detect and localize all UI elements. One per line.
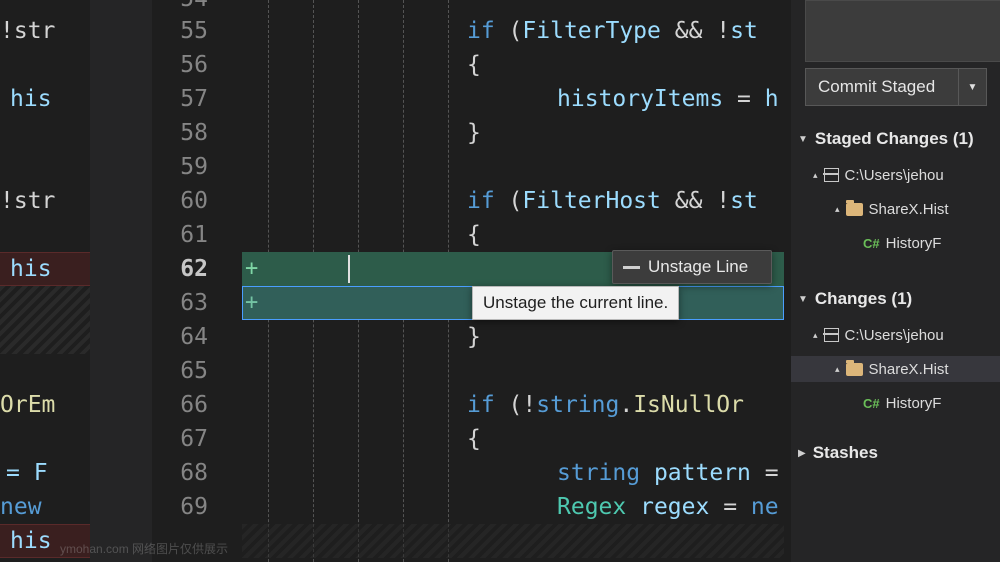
code-text: } bbox=[467, 116, 481, 150]
diff-hatch bbox=[242, 524, 784, 558]
line-number: 63 bbox=[90, 286, 208, 320]
code-line[interactable]: 66 if (!string.IsNullOr bbox=[90, 388, 784, 422]
text-caret bbox=[348, 255, 350, 283]
tree-item-label: ShareX.Hist bbox=[869, 361, 949, 378]
line-number: 58 bbox=[90, 116, 208, 150]
code-line[interactable]: 60 if (FilterHost && !st bbox=[90, 184, 784, 218]
code-text: if (!string.IsNullOr bbox=[467, 388, 744, 422]
code-line[interactable]: 69 Regex regex = ne bbox=[90, 490, 784, 524]
chevron-down-icon[interactable]: ▴ bbox=[813, 170, 818, 181]
line-number: 62 bbox=[90, 252, 208, 286]
tree-item[interactable]: C# HistoryF bbox=[791, 390, 1000, 416]
tree-item-label: ShareX.Hist bbox=[869, 201, 949, 218]
code-fragment: OrEm bbox=[0, 388, 90, 422]
commit-staged-label: Commit Staged bbox=[806, 77, 958, 97]
tree-item-label: C:\Users\jehou bbox=[845, 167, 944, 184]
changes-section-header[interactable]: ▶ Stashes bbox=[791, 440, 1000, 466]
code-line[interactable]: 55 if (FilterType && !st bbox=[90, 14, 784, 48]
line-number: 69 bbox=[90, 490, 208, 524]
tree-item[interactable]: ▴ ShareX.Hist bbox=[791, 196, 1000, 222]
code-fragment: his bbox=[0, 252, 90, 286]
code-line[interactable]: 58} bbox=[90, 116, 784, 150]
minus-icon bbox=[623, 266, 640, 269]
code-text: { bbox=[467, 218, 481, 252]
left-code-strip: !strhis!strhisOrEm= Fnewhis bbox=[0, 0, 90, 562]
csharp-icon: C# bbox=[863, 396, 880, 411]
code-fragment: new bbox=[0, 490, 90, 524]
line-number: 64 bbox=[90, 320, 208, 354]
tree-item[interactable]: ▴ ShareX.Hist bbox=[791, 356, 1000, 382]
code-line[interactable]: 68 string pattern = bbox=[90, 456, 784, 490]
folder-icon bbox=[846, 203, 863, 216]
chevron-down-icon[interactable]: ▼ bbox=[958, 69, 986, 105]
section-title: Changes (1) bbox=[815, 289, 912, 309]
line-number: 59 bbox=[90, 150, 208, 184]
commit-staged-button[interactable]: Commit Staged ▼ bbox=[805, 68, 987, 106]
line-number: 55 bbox=[90, 14, 208, 48]
code-line[interactable]: 56 { bbox=[90, 48, 784, 82]
chevron-down-icon[interactable]: ▼ bbox=[798, 294, 808, 305]
code-text: historyItems = h. bbox=[557, 82, 784, 116]
screenshot-root: !strhis!strhisOrEm= Fnewhis 55if (Filter… bbox=[0, 0, 1000, 562]
line-number: 60 bbox=[90, 184, 208, 218]
diff-hatch bbox=[0, 286, 90, 320]
line-number: 66 bbox=[90, 388, 208, 422]
line-number: 68 bbox=[90, 456, 208, 490]
diff-hatch bbox=[0, 320, 90, 354]
watermark-text: ymohan.com 网络图片仅供展示 bbox=[60, 540, 228, 557]
commit-message-box[interactable] bbox=[805, 0, 1000, 62]
csharp-icon: C# bbox=[863, 236, 880, 251]
code-fragment: his bbox=[0, 82, 90, 116]
section-title: Stashes bbox=[813, 443, 878, 463]
code-fragment: !str bbox=[0, 184, 90, 218]
line-number: 67 bbox=[90, 422, 208, 456]
line-number: 56 bbox=[90, 48, 208, 82]
tree-item[interactable]: ▴ C:\Users\jehou bbox=[791, 162, 1000, 188]
tree-item-label: C:\Users\jehou bbox=[845, 327, 944, 344]
repo-icon bbox=[824, 168, 839, 182]
code-line[interactable]: 57 historyItems = h. bbox=[90, 82, 784, 116]
tree-item-label: HistoryF bbox=[886, 395, 942, 412]
chevron-down-icon[interactable]: ▴ bbox=[813, 330, 818, 341]
code-text: } bbox=[467, 320, 481, 354]
code-line[interactable]: 61 { bbox=[90, 218, 784, 252]
git-changes-panel: Commit Staged ▼ ▼ Staged Changes (1) ▴ C:\U… bbox=[790, 0, 1000, 562]
chevron-down-icon[interactable]: ▼ bbox=[798, 134, 808, 145]
code-line[interactable]: 59 bbox=[90, 150, 784, 184]
line-number: 57 bbox=[90, 82, 208, 116]
code-text: { bbox=[467, 422, 481, 456]
code-line[interactable]: 67 { bbox=[90, 422, 784, 456]
tree-item-label: HistoryF bbox=[886, 235, 942, 252]
unstage-line-tooltip: Unstage the current line. bbox=[472, 286, 679, 320]
code-fragment: !str bbox=[0, 14, 90, 48]
code-text: if (FilterType && !st bbox=[467, 14, 758, 48]
code-text: string pattern = bbox=[557, 456, 779, 490]
code-text: { bbox=[467, 48, 481, 82]
code-text: Regex regex = ne bbox=[557, 490, 779, 524]
changes-section-header[interactable]: ▼ Changes (1) bbox=[791, 286, 1000, 312]
repo-icon bbox=[824, 328, 839, 342]
chevron-down-icon[interactable]: ▴ bbox=[835, 204, 840, 215]
unstage-line-button[interactable]: Unstage Line bbox=[612, 250, 772, 284]
code-line[interactable]: 54 bbox=[90, 0, 784, 16]
code-line[interactable]: 64} bbox=[90, 320, 784, 354]
tree-item[interactable]: C# HistoryF bbox=[791, 230, 1000, 256]
line-number: 61 bbox=[90, 218, 208, 252]
tree-item[interactable]: ▴ C:\Users\jehou bbox=[791, 322, 1000, 348]
folder-icon bbox=[846, 363, 863, 376]
unstage-line-label: Unstage Line bbox=[648, 257, 748, 277]
chevron-down-icon[interactable]: ▴ bbox=[835, 364, 840, 375]
changes-section-header[interactable]: ▼ Staged Changes (1) bbox=[791, 126, 1000, 152]
chevron-right-icon[interactable]: ▶ bbox=[798, 448, 806, 459]
code-fragment: = F bbox=[0, 456, 90, 490]
section-title: Staged Changes (1) bbox=[815, 129, 974, 149]
code-line[interactable]: 65 bbox=[90, 354, 784, 388]
line-number: 54 bbox=[90, 0, 208, 16]
code-text: if (FilterHost && !st bbox=[467, 184, 758, 218]
line-number: 65 bbox=[90, 354, 208, 388]
